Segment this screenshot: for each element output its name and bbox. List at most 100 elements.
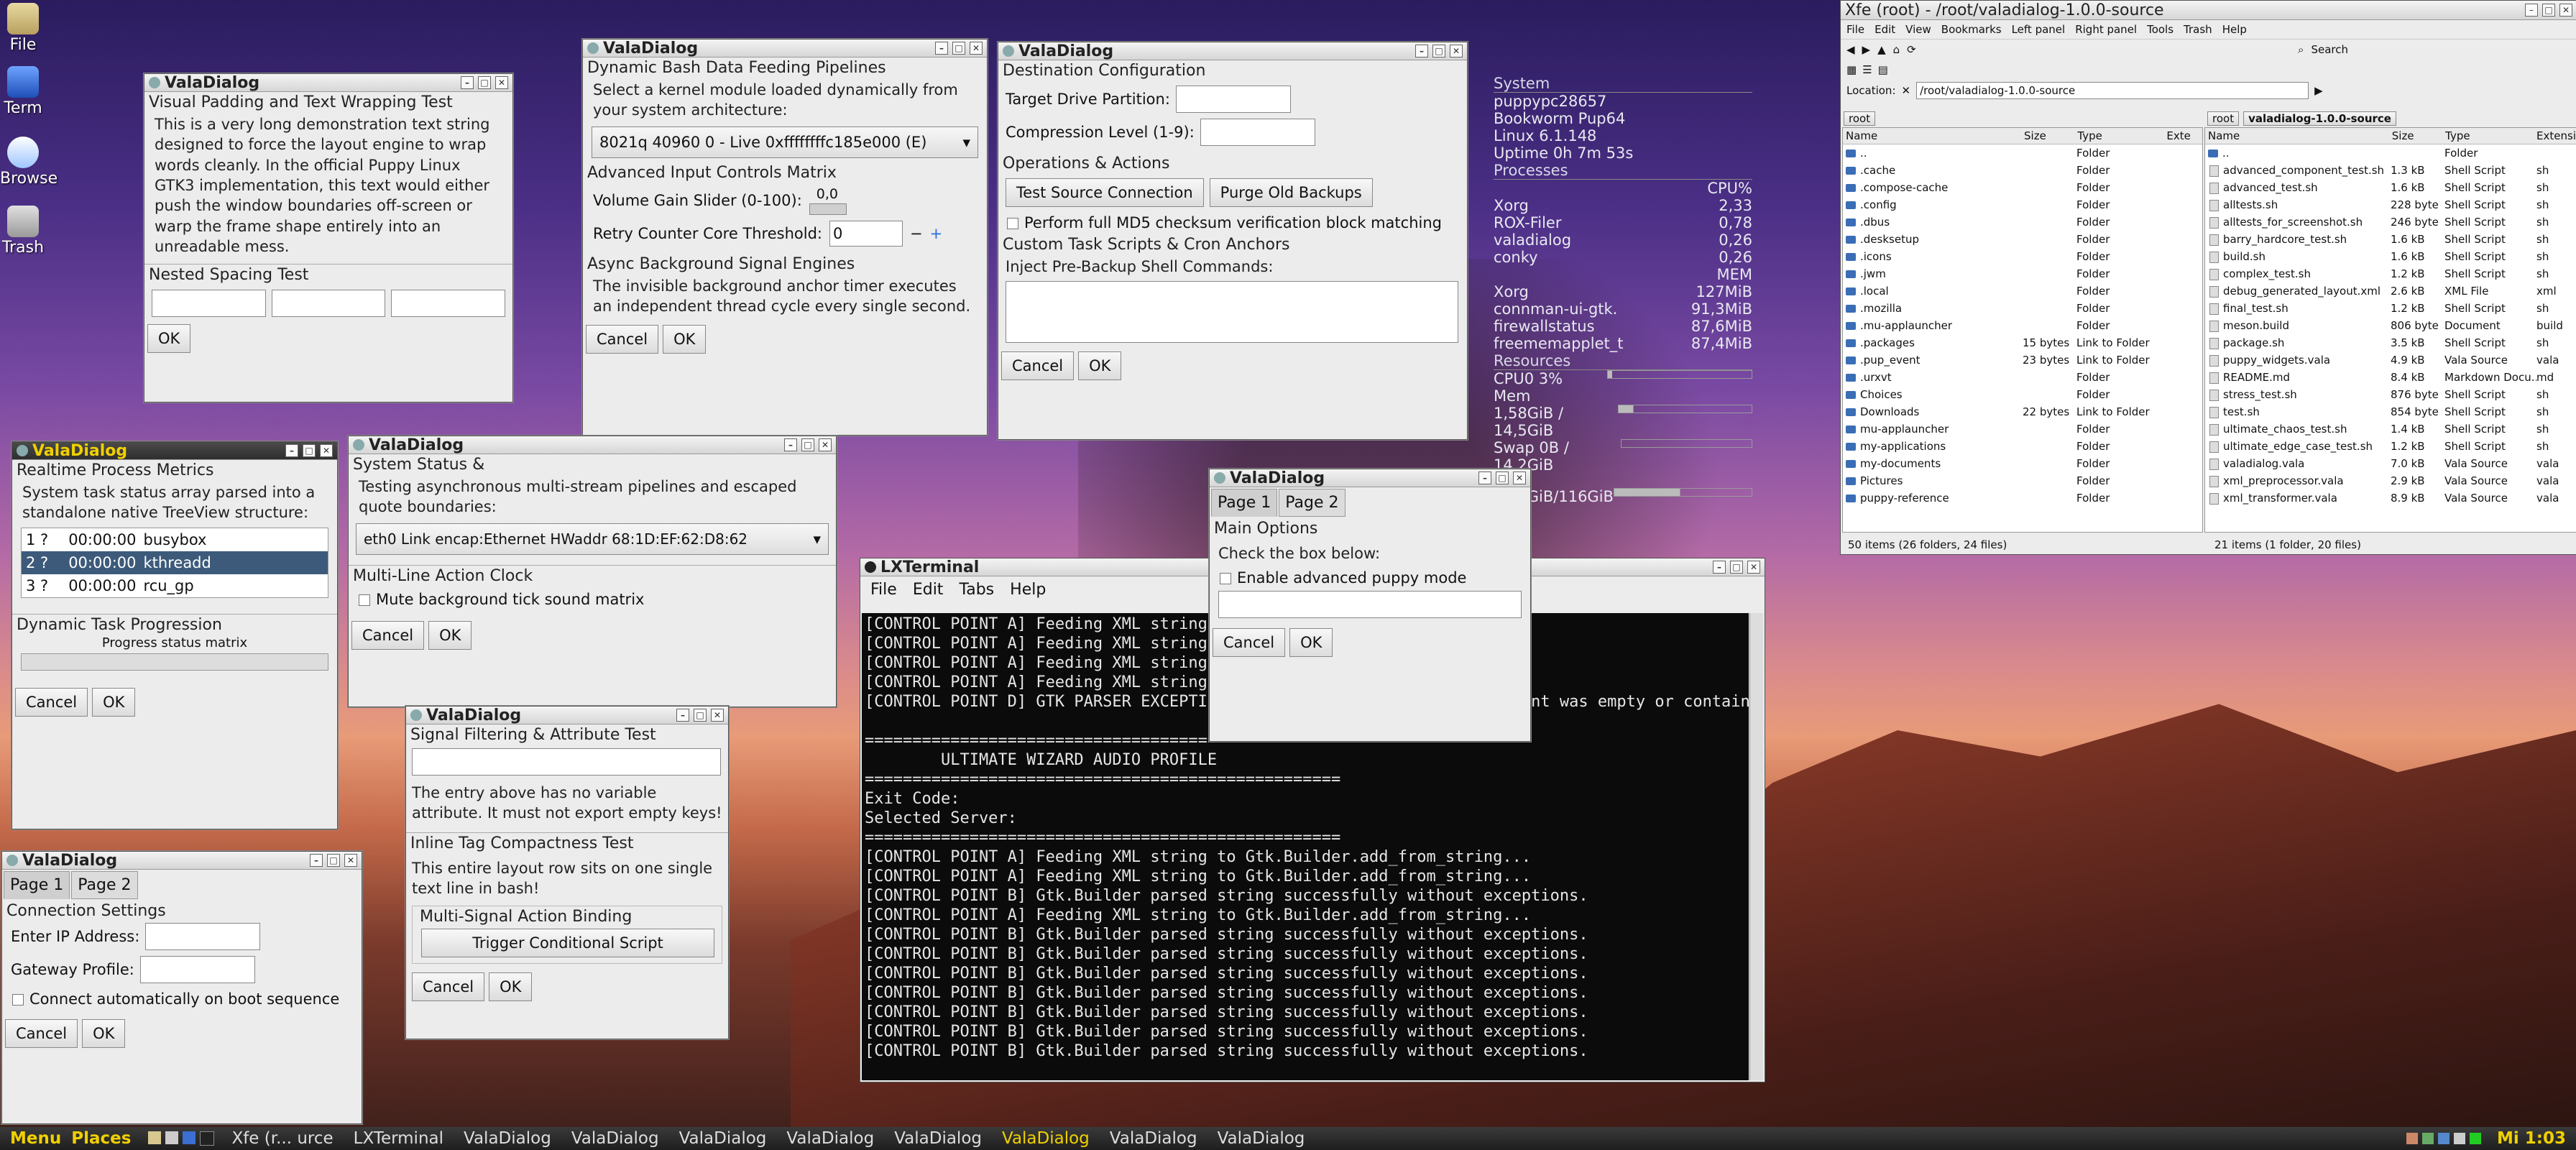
maximize-icon[interactable]: □	[801, 438, 814, 451]
minimize-icon[interactable]: –	[285, 444, 298, 457]
maximize-icon[interactable]: □	[2542, 4, 2555, 17]
menu-view[interactable]: View	[1905, 23, 1931, 36]
taskbar-item[interactable]: LXTerminal	[344, 1129, 454, 1148]
md5-checkbox[interactable]: Perform full MD5 checksum verification b…	[998, 211, 1467, 234]
close-icon[interactable]: ✕	[1513, 472, 1526, 484]
home-icon[interactable]: ⌂	[1893, 43, 1900, 56]
file-row[interactable]: alltests_for_screenshot.sh 246 byte Shell …	[2205, 213, 2576, 231]
view-mode-icon[interactable]: ▦	[1846, 63, 1857, 76]
file-row[interactable]: .icons Folder	[1843, 248, 2202, 265]
titlebar[interactable]: ValaDialog – □ ✕	[998, 42, 1467, 60]
maximize-icon[interactable]: □	[1730, 561, 1743, 574]
cancel-button[interactable]: Cancel	[1001, 351, 1075, 381]
taskbar-item[interactable]: ValaDialog	[776, 1129, 884, 1148]
maximize-icon[interactable]: □	[1432, 45, 1445, 58]
view-mode-icon[interactable]: ▤	[1878, 63, 1888, 76]
minimize-icon[interactable]: –	[461, 76, 474, 89]
minimize-icon[interactable]: –	[1713, 561, 1726, 574]
close-icon[interactable]: ✕	[970, 42, 983, 55]
clear-icon[interactable]: ✕	[1902, 84, 1911, 97]
taskbar-item[interactable]: ValaDialog	[992, 1129, 1100, 1148]
file-row[interactable]: test.sh 854 byte Shell Script sh	[2205, 403, 2576, 420]
menu-button[interactable]: Menu	[0, 1129, 71, 1148]
menu-file[interactable]: File	[870, 581, 897, 599]
taskbar-item[interactable]: ValaDialog	[1208, 1129, 1315, 1148]
kernel-module-combo[interactable]: 8021q 40960 0 - Live 0xffffffffc185e000 …	[592, 126, 978, 158]
plus-icon[interactable]: +	[930, 225, 943, 242]
col-type[interactable]: Type	[2077, 129, 2166, 142]
process-treeview[interactable]: 1 ? 00:00:00 busybox 2 ? 00:00:00 kthreadd 3…	[21, 527, 328, 598]
tab-page-1[interactable]: Page 1	[1211, 489, 1278, 517]
menu-tools[interactable]: Tools	[2147, 23, 2174, 36]
col-name[interactable]: Name	[2205, 129, 2392, 142]
file-row[interactable]: valadialog.vala 7.0 kB Vala Source vala	[2205, 455, 2576, 472]
go-icon[interactable]: ▶	[2314, 84, 2323, 97]
maximize-icon[interactable]: □	[478, 76, 491, 89]
tree-row[interactable]: 1 ? 00:00:00 busybox	[22, 528, 328, 551]
minimize-icon[interactable]: –	[1415, 45, 1428, 58]
titlebar[interactable]: ValaDialog – □ ✕	[144, 74, 512, 92]
file-row[interactable]: Choices Folder	[1843, 386, 2202, 403]
maximize-icon[interactable]: □	[694, 709, 707, 722]
close-icon[interactable]: ✕	[819, 438, 832, 451]
maximize-icon[interactable]: □	[327, 854, 340, 867]
file-row[interactable]: stress_test.sh 876 byte Shell Script sh	[2205, 386, 2576, 403]
file-row[interactable]: meson.build 806 byte Document build	[2205, 317, 2576, 334]
cancel-button[interactable]: Cancel	[586, 325, 659, 354]
tree-row[interactable]: 3 ? 00:00:00 rcu_gp	[22, 574, 328, 597]
network-icon[interactable]	[2438, 1133, 2450, 1144]
file-row[interactable]: final_test.sh 1.2 kB Shell Script sh	[2205, 300, 2576, 317]
file-row[interactable]: complex_test.sh 1.2 kB Shell Script sh	[2205, 265, 2576, 282]
back-icon[interactable]: ◀	[1846, 43, 1855, 56]
maximize-icon[interactable]: □	[952, 42, 965, 55]
titlebar[interactable]: ValaDialog – □ ✕	[406, 707, 728, 724]
file-row[interactable]: my-applications Folder	[1843, 438, 2202, 455]
file-row[interactable]: advanced_component_test.sh 1.3 kB Shell Sc…	[2205, 162, 2576, 179]
minimize-icon[interactable]: –	[1478, 472, 1491, 484]
desktop-icon-file[interactable]: File	[0, 3, 46, 54]
desktop-icon-browse[interactable]: Browse	[0, 137, 58, 188]
maximize-icon[interactable]: □	[1496, 472, 1509, 484]
file-row[interactable]: puppy_widgets.vala 4.9 kB Vala Source vala	[2205, 351, 2576, 369]
folder-icon[interactable]	[148, 1131, 162, 1144]
text-entry[interactable]	[391, 290, 506, 318]
file-row[interactable]: .packages 15 bytes Link to Folder	[1843, 334, 2202, 351]
tree-row-selected[interactable]: 2 ? 00:00:00 kthreadd	[22, 551, 328, 574]
col-size[interactable]: Size	[2392, 129, 2445, 142]
desktop-icon-term[interactable]: Term	[0, 66, 46, 117]
volume-icon[interactable]	[2454, 1133, 2465, 1144]
taskbar-item[interactable]: Xfe (r... urce	[221, 1129, 343, 1148]
col-size[interactable]: Size	[2024, 129, 2077, 142]
text-entry[interactable]	[152, 290, 266, 318]
minimize-icon[interactable]: –	[784, 438, 797, 451]
menu-help[interactable]: Help	[2222, 23, 2247, 36]
places-button[interactable]: Places	[71, 1129, 141, 1148]
text-entry[interactable]	[271, 290, 386, 318]
terminal-scrollbar[interactable]	[1749, 613, 1763, 1080]
ok-button[interactable]: OK	[663, 325, 707, 354]
crumb-root[interactable]: root	[1844, 111, 1876, 126]
file-row[interactable]: .compose-cache Folder	[1843, 179, 2202, 196]
file-row[interactable]: xml_transformer.vala 8.9 kB Vala Source val…	[2205, 489, 2576, 507]
menu-trash[interactable]: Trash	[2184, 23, 2212, 36]
file-row[interactable]: Pictures Folder	[1843, 472, 2202, 489]
file-row[interactable]: .mozilla Folder	[1843, 300, 2202, 317]
file-row[interactable]: Downloads 22 bytes Link to Folder	[1843, 403, 2202, 420]
mute-checkbox[interactable]: Mute background tick sound matrix	[349, 586, 836, 612]
file-row[interactable]: package.sh 3.5 kB Shell Script sh	[2205, 334, 2576, 351]
file-row[interactable]: .local Folder	[1843, 282, 2202, 300]
file-row[interactable]: barry_hardcore_test.sh 1.6 kB Shell Script…	[2205, 231, 2576, 248]
gateway-input[interactable]	[139, 956, 255, 983]
location-input[interactable]: /root/valadialog-1.0.0-source	[1916, 82, 2309, 99]
file-row[interactable]: .jwm Folder	[1843, 265, 2202, 282]
crumb-root[interactable]: root	[2207, 111, 2240, 126]
retry-spinbutton[interactable]: 0	[829, 220, 903, 247]
ok-button[interactable]: OK	[147, 324, 191, 354]
forward-icon[interactable]: ▶	[1862, 43, 1871, 56]
titlebar[interactable]: ValaDialog – □ ✕	[349, 436, 836, 454]
taskbar-item[interactable]: ValaDialog	[454, 1129, 561, 1148]
titlebar[interactable]: ValaDialog – □ ✕	[583, 40, 987, 58]
auto-connect-checkbox[interactable]: Connect automatically on boot sequence	[2, 988, 362, 1011]
taskbar-item[interactable]: ValaDialog	[669, 1129, 777, 1148]
col-ext[interactable]: Extensi	[2536, 129, 2576, 142]
